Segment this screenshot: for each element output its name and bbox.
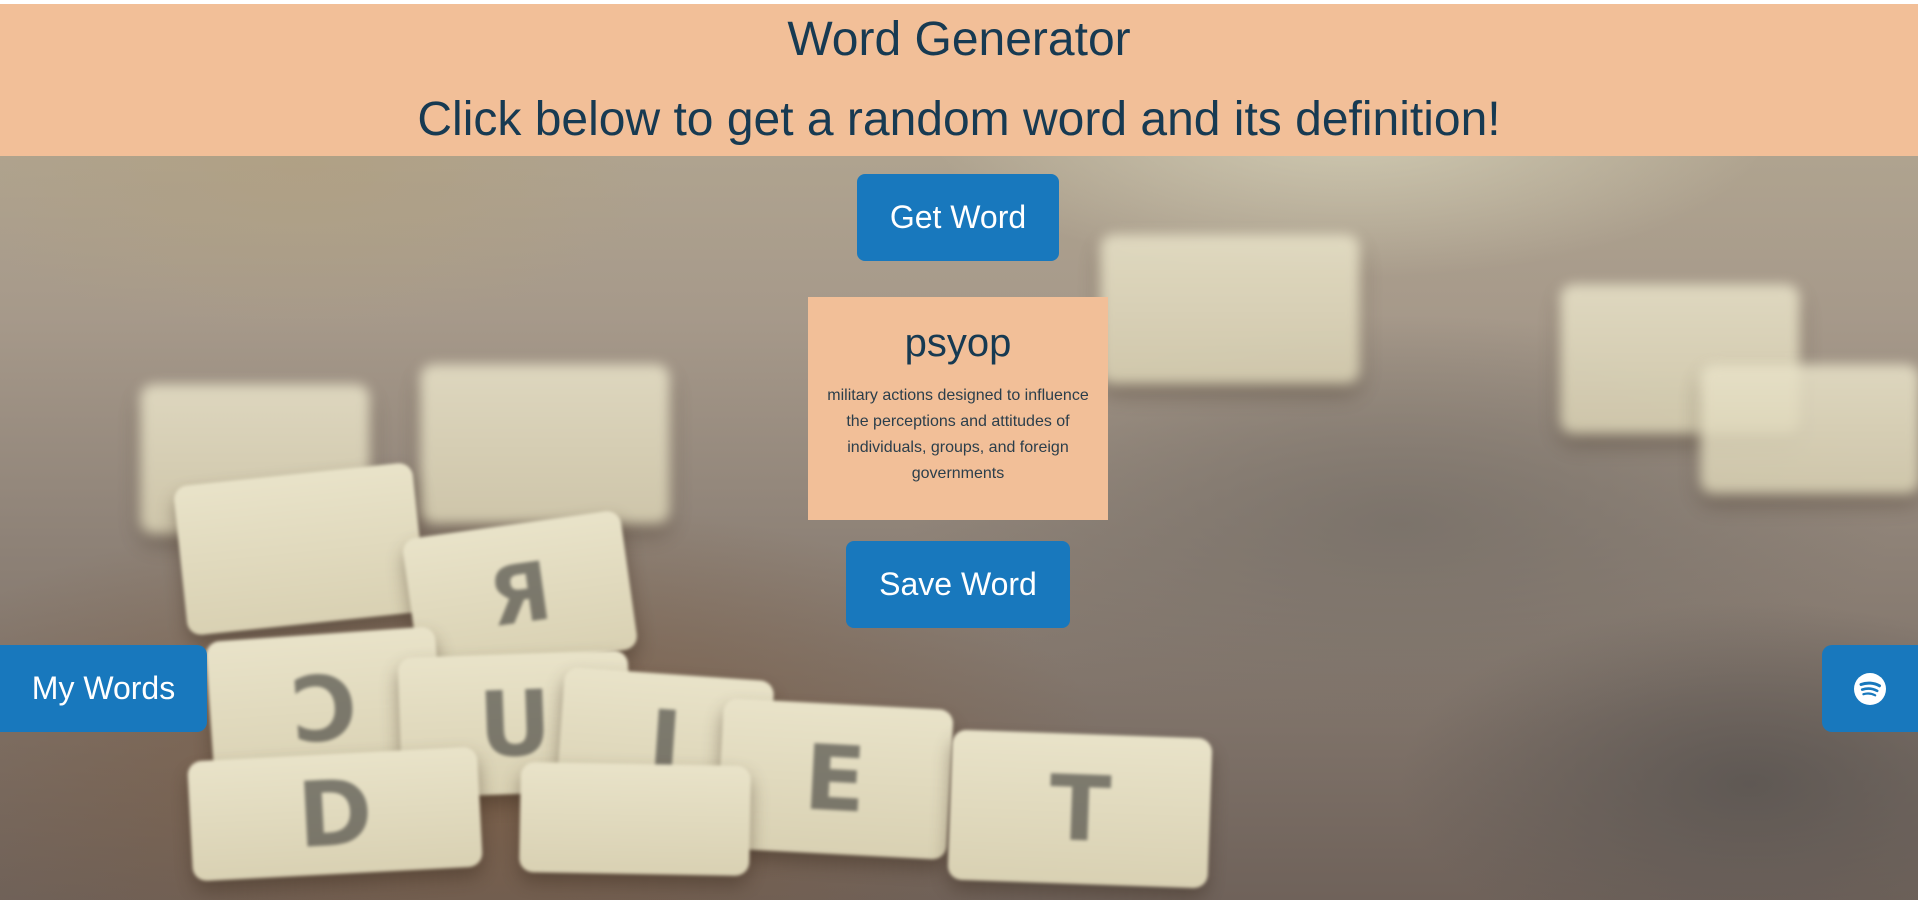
get-word-button[interactable]: Get Word xyxy=(857,174,1059,261)
page: Я Ͻ U I E T D Word Generator Click below… xyxy=(0,0,1918,900)
page-header: Word Generator Click below to get a rand… xyxy=(0,4,1918,156)
word-definition: military actions designed to influence t… xyxy=(827,387,1089,482)
save-word-button[interactable]: Save Word xyxy=(846,541,1070,628)
spotify-button[interactable] xyxy=(1822,645,1918,732)
spotify-icon xyxy=(1854,672,1886,705)
page-title: Word Generator xyxy=(787,13,1131,66)
word-card: psyop military actions designed to influ… xyxy=(808,297,1108,520)
my-words-button[interactable]: My Words xyxy=(0,645,207,732)
page-subtitle: Click below to get a random word and its… xyxy=(417,93,1501,146)
word-title: psyop xyxy=(904,321,1012,365)
